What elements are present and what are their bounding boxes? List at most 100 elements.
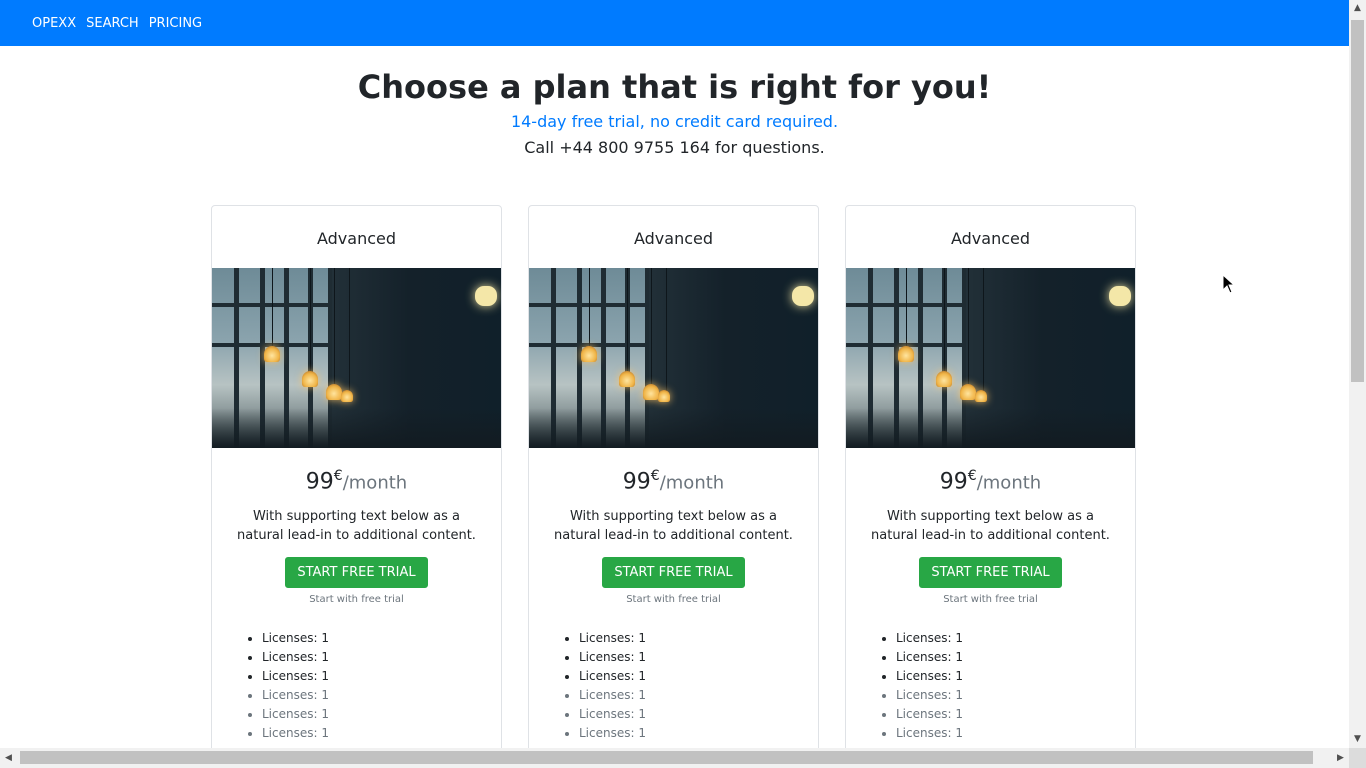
scrollbar-corner bbox=[1349, 748, 1366, 768]
card-body: 99€/month With supporting text below as … bbox=[212, 448, 501, 743]
price-amount: 99 bbox=[939, 469, 968, 495]
feature-item-disabled: Licenses: 1 bbox=[579, 686, 818, 705]
lamp-cord bbox=[334, 268, 335, 386]
scroll-up-arrow-icon[interactable]: ▲ bbox=[1349, 0, 1366, 17]
feature-item-disabled: Licenses: 1 bbox=[896, 705, 1135, 724]
price-currency: € bbox=[650, 468, 660, 484]
start-free-trial-button[interactable]: START FREE TRIAL bbox=[285, 557, 428, 589]
feature-item: Licenses: 1 bbox=[262, 648, 501, 667]
scroll-down-arrow-icon[interactable]: ▼ bbox=[1349, 731, 1366, 748]
price-currency: € bbox=[967, 468, 977, 484]
plan-price: 99€/month bbox=[529, 462, 818, 497]
feature-item-disabled: Licenses: 1 bbox=[262, 705, 501, 724]
feature-item-disabled: Licenses: 1 bbox=[579, 705, 818, 724]
price-period: /month bbox=[659, 472, 725, 494]
feature-list: Licenses: 1 Licenses: 1 Licenses: 1 Lice… bbox=[846, 629, 1135, 743]
scroll-right-arrow-icon[interactable]: ▶ bbox=[1332, 748, 1349, 768]
lamp-cord bbox=[944, 268, 945, 373]
nav-brand-opexx[interactable]: OPEXX bbox=[32, 16, 76, 31]
feature-item: Licenses: 1 bbox=[896, 629, 1135, 648]
feature-item: Licenses: 1 bbox=[579, 648, 818, 667]
pendant-lamp-icon bbox=[619, 371, 635, 387]
price-amount: 99 bbox=[622, 469, 651, 495]
lamp-cord bbox=[627, 268, 628, 373]
plan-name: Advanced bbox=[316, 228, 397, 248]
lamp-cord bbox=[666, 268, 667, 392]
mouse-pointer-icon bbox=[1222, 274, 1236, 294]
scroll-left-arrow-icon[interactable]: ◀ bbox=[0, 748, 17, 768]
nav-link-pricing[interactable]: PRICING bbox=[149, 16, 202, 31]
pendant-lamp-icon bbox=[264, 346, 280, 362]
plan-image bbox=[529, 268, 818, 448]
pricing-card: Advanced 99€/month With supporting text … bbox=[211, 205, 502, 748]
pendant-lamp-icon bbox=[643, 384, 659, 400]
card-body: 99€/month With supporting text below as … bbox=[529, 448, 818, 743]
lamp-cord bbox=[349, 268, 350, 392]
feature-item: Licenses: 1 bbox=[896, 667, 1135, 686]
price-amount: 99 bbox=[305, 469, 334, 495]
horizontal-scrollbar[interactable]: ◀ ▶ bbox=[0, 748, 1349, 768]
feature-list: Licenses: 1 Licenses: 1 Licenses: 1 Lice… bbox=[529, 629, 818, 743]
feature-item-disabled: Licenses: 1 bbox=[579, 724, 818, 743]
plan-description: With supporting text below as a natural … bbox=[237, 509, 476, 544]
plan-image bbox=[846, 268, 1135, 448]
feature-item: Licenses: 1 bbox=[262, 667, 501, 686]
free-trial-subtitle: 14-day free trial, no credit card requir… bbox=[510, 112, 839, 131]
contact-phone-text: Call +44 800 9755 164 for questions. bbox=[524, 138, 825, 157]
vertical-scroll-thumb[interactable] bbox=[1351, 20, 1364, 382]
lamp-cord bbox=[272, 268, 273, 348]
pendant-lamp-icon bbox=[341, 390, 353, 402]
pendant-lamp-icon bbox=[960, 384, 976, 400]
price-period: /month bbox=[976, 472, 1042, 494]
pendant-lamp-icon bbox=[658, 390, 670, 402]
ceiling-light-icon bbox=[475, 286, 497, 306]
ceiling-light-icon bbox=[792, 286, 814, 306]
start-free-trial-button[interactable]: START FREE TRIAL bbox=[919, 557, 1062, 589]
start-free-trial-button[interactable]: START FREE TRIAL bbox=[602, 557, 745, 589]
pendant-lamp-icon bbox=[326, 384, 342, 400]
plan-image bbox=[212, 268, 501, 448]
price-currency: € bbox=[333, 468, 343, 484]
vertical-scrollbar[interactable]: ▲ ▼ bbox=[1349, 0, 1366, 748]
pendant-lamp-icon bbox=[898, 346, 914, 362]
top-navbar: OPEXX SEARCH PRICING bbox=[0, 0, 1349, 46]
pendant-lamp-icon bbox=[581, 346, 597, 362]
plan-description: With supporting text below as a natural … bbox=[871, 509, 1110, 544]
pricing-page: Choose a plan that is right for you! 14-… bbox=[0, 46, 1349, 748]
pricing-cards: Advanced 99€/month With supporting text … bbox=[211, 205, 1136, 748]
feature-item-disabled: Licenses: 1 bbox=[262, 686, 501, 705]
feature-item: Licenses: 1 bbox=[896, 648, 1135, 667]
horizontal-scroll-thumb[interactable] bbox=[20, 751, 1313, 764]
feature-list: Licenses: 1 Licenses: 1 Licenses: 1 Lice… bbox=[212, 629, 501, 743]
trial-hint: Start with free trial bbox=[943, 594, 1038, 606]
pendant-lamp-icon bbox=[302, 371, 318, 387]
plan-price: 99€/month bbox=[846, 462, 1135, 497]
feature-item-disabled: Licenses: 1 bbox=[896, 686, 1135, 705]
pendant-lamp-icon bbox=[975, 390, 987, 402]
pricing-card: Advanced 99€/month With supporting text … bbox=[845, 205, 1136, 748]
trial-hint: Start with free trial bbox=[626, 594, 721, 606]
trial-hint: Start with free trial bbox=[309, 594, 404, 606]
card-body: 99€/month With supporting text below as … bbox=[846, 448, 1135, 743]
feature-item: Licenses: 1 bbox=[262, 629, 501, 648]
interior-floor bbox=[846, 408, 1135, 448]
interior-floor bbox=[212, 408, 501, 448]
plan-name: Advanced bbox=[950, 228, 1031, 248]
pricing-card: Advanced 99€/month With supporting text … bbox=[528, 205, 819, 748]
lamp-cord bbox=[651, 268, 652, 386]
feature-item-disabled: Licenses: 1 bbox=[896, 724, 1135, 743]
feature-item: Licenses: 1 bbox=[579, 667, 818, 686]
pendant-lamp-icon bbox=[936, 371, 952, 387]
feature-item-disabled: Licenses: 1 bbox=[262, 724, 501, 743]
plan-description: With supporting text below as a natural … bbox=[554, 509, 793, 544]
lamp-cord bbox=[310, 268, 311, 373]
lamp-cord bbox=[968, 268, 969, 386]
plan-price: 99€/month bbox=[212, 462, 501, 497]
plan-name: Advanced bbox=[633, 228, 714, 248]
ceiling-light-icon bbox=[1109, 286, 1131, 306]
feature-item: Licenses: 1 bbox=[579, 629, 818, 648]
nav-link-search[interactable]: SEARCH bbox=[86, 16, 139, 31]
interior-floor bbox=[529, 408, 818, 448]
lamp-cord bbox=[906, 268, 907, 348]
lamp-cord bbox=[983, 268, 984, 392]
